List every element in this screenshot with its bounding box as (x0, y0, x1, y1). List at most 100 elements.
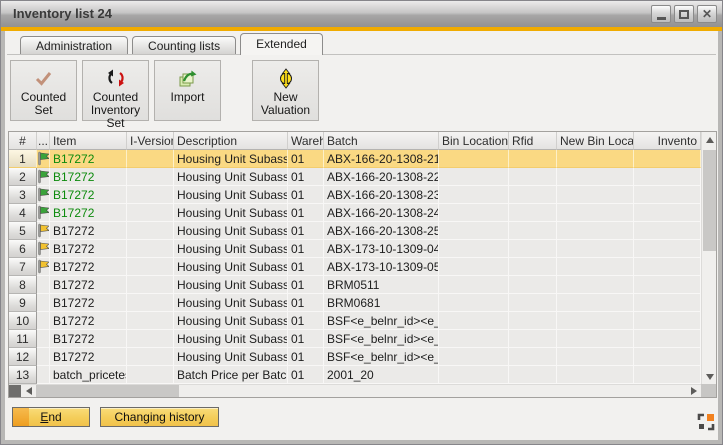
cell-bin_location[interactable] (439, 186, 509, 204)
resize-form-icon[interactable] (697, 413, 715, 431)
cell-inventory[interactable] (634, 150, 701, 168)
yellow-flag-icon[interactable] (37, 240, 50, 258)
cell-item[interactable]: B17272 (50, 204, 127, 222)
cell-item[interactable]: B17272 (50, 168, 127, 186)
cell-item[interactable]: B17272 (50, 258, 127, 276)
cell-inventory[interactable] (634, 186, 701, 204)
cell-new_bin_location[interactable] (557, 204, 634, 222)
cell-batch[interactable]: BRM0681 (324, 294, 439, 312)
cell-warehouse[interactable]: 01 (288, 348, 324, 366)
row-number[interactable]: 3 (9, 186, 37, 204)
cell-inventory[interactable] (634, 204, 701, 222)
cell-description[interactable]: Housing Unit Subassembl (174, 186, 288, 204)
cell-bin_location[interactable] (439, 150, 509, 168)
cell-batch[interactable]: ABX-166-20-1308-25 (324, 222, 439, 240)
cell-inventory[interactable] (634, 294, 701, 312)
cell-warehouse[interactable]: 01 (288, 204, 324, 222)
minimize-button[interactable] (651, 5, 671, 23)
counted-set-button[interactable]: Counted Set (10, 60, 77, 121)
row-number[interactable]: 10 (9, 312, 37, 330)
column-header-iversion[interactable]: I-Version (127, 132, 174, 150)
cell-item[interactable]: B17272 (50, 276, 127, 294)
cell-warehouse[interactable]: 01 (288, 366, 324, 384)
cell-new_bin_location[interactable] (557, 330, 634, 348)
cell-warehouse[interactable]: 01 (288, 222, 324, 240)
cell-warehouse[interactable]: 01 (288, 276, 324, 294)
cell-iversion[interactable] (127, 222, 174, 240)
cell-iversion[interactable] (127, 150, 174, 168)
tab-counting-lists[interactable]: Counting lists (132, 36, 236, 55)
column-header-warehouse[interactable]: Warehous (288, 132, 324, 150)
cell-new_bin_location[interactable] (557, 276, 634, 294)
cell-item[interactable]: B17272 (50, 330, 127, 348)
yellow-flag-icon[interactable] (37, 258, 50, 276)
cell-batch[interactable]: 2001_20 (324, 366, 439, 384)
cell-batch[interactable]: ABX-173-10-1309-05 (324, 258, 439, 276)
column-header-batch[interactable]: Batch (324, 132, 439, 150)
maximize-button[interactable] (674, 5, 694, 23)
scroll-right-button[interactable] (686, 385, 701, 397)
cell-bin_location[interactable] (439, 168, 509, 186)
cell-iversion[interactable] (127, 294, 174, 312)
cell-batch[interactable]: BRM0511 (324, 276, 439, 294)
cell-iversion[interactable] (127, 330, 174, 348)
cell-item[interactable]: B17272 (50, 240, 127, 258)
row-number[interactable]: 1 (9, 150, 37, 168)
cell-inventory[interactable] (634, 222, 701, 240)
green-flag-icon[interactable] (37, 186, 50, 204)
cell-new_bin_location[interactable] (557, 294, 634, 312)
cell-new_bin_location[interactable] (557, 150, 634, 168)
cell-warehouse[interactable]: 01 (288, 330, 324, 348)
cell-description[interactable]: Batch Price per Batch (174, 366, 288, 384)
green-flag-icon[interactable] (37, 150, 50, 168)
cell-rfid[interactable] (509, 222, 557, 240)
cell-inventory[interactable] (634, 330, 701, 348)
column-header-inventory[interactable]: Invento (634, 132, 701, 150)
cell-iversion[interactable] (127, 312, 174, 330)
cell-bin_location[interactable] (439, 276, 509, 294)
cell-bin_location[interactable] (439, 330, 509, 348)
cell-item[interactable]: batch_pricetest (50, 366, 127, 384)
green-flag-icon[interactable] (37, 168, 50, 186)
close-button[interactable]: ✕ (697, 5, 717, 23)
row-number[interactable]: 13 (9, 366, 37, 384)
cell-inventory[interactable] (634, 312, 701, 330)
cell-inventory[interactable] (634, 348, 701, 366)
cell-bin_location[interactable] (439, 348, 509, 366)
cell-description[interactable]: Housing Unit Subassembl (174, 312, 288, 330)
cell-rfid[interactable] (509, 348, 557, 366)
import-button[interactable]: Import (154, 60, 221, 121)
cell-description[interactable]: Housing Unit Subassembl (174, 258, 288, 276)
cell-rfid[interactable] (509, 240, 557, 258)
scroll-up-button[interactable] (702, 132, 717, 147)
row-number[interactable]: 12 (9, 348, 37, 366)
cell-batch[interactable]: ABX-173-10-1309-04 (324, 240, 439, 258)
cell-iversion[interactable] (127, 348, 174, 366)
green-flag-icon[interactable] (37, 204, 50, 222)
end-button[interactable]: End (12, 407, 90, 427)
column-header-rfid[interactable]: Rfid (509, 132, 557, 150)
cell-rfid[interactable] (509, 186, 557, 204)
cell-inventory[interactable] (634, 276, 701, 294)
cell-inventory[interactable] (634, 240, 701, 258)
cell-batch[interactable]: ABX-166-20-1308-23 (324, 186, 439, 204)
row-number[interactable]: 5 (9, 222, 37, 240)
cell-bin_location[interactable] (439, 366, 509, 384)
cell-inventory[interactable] (634, 258, 701, 276)
cell-warehouse[interactable]: 01 (288, 240, 324, 258)
yellow-flag-icon[interactable] (37, 222, 50, 240)
cell-description[interactable]: Housing Unit Subassembl (174, 330, 288, 348)
row-number[interactable]: 11 (9, 330, 37, 348)
cell-rfid[interactable] (509, 276, 557, 294)
cell-bin_location[interactable] (439, 204, 509, 222)
freeze-pane-splitter[interactable] (9, 385, 21, 397)
cell-warehouse[interactable]: 01 (288, 168, 324, 186)
cell-description[interactable]: Housing Unit Subassembl (174, 168, 288, 186)
title-bar[interactable]: Inventory list 24 ✕ (1, 1, 722, 27)
vertical-scroll-thumb[interactable] (703, 150, 716, 251)
cell-new_bin_location[interactable] (557, 186, 634, 204)
cell-description[interactable]: Housing Unit Subassembl (174, 276, 288, 294)
cell-iversion[interactable] (127, 240, 174, 258)
cell-item[interactable]: B17272 (50, 294, 127, 312)
row-number[interactable]: 7 (9, 258, 37, 276)
